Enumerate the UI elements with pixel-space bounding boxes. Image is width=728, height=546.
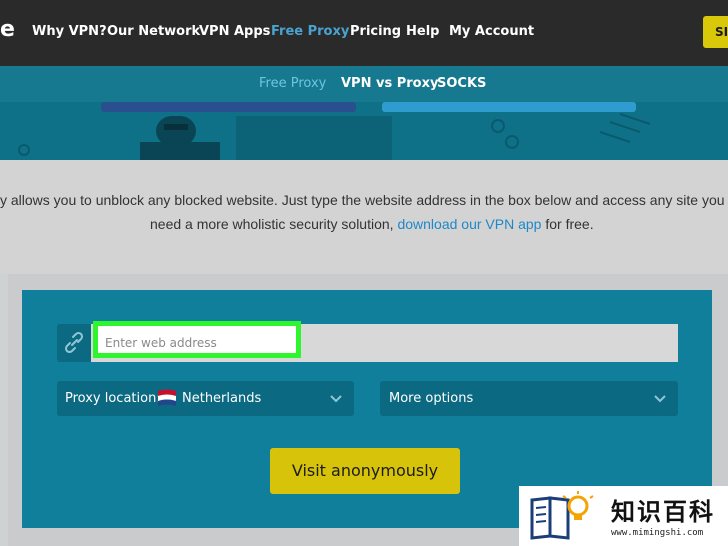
top-navbar: e Why VPN? Our Network VPN Apps Free Pro… [0,0,728,66]
intro-line-2-suffix: for free. [541,216,594,232]
book-lightbulb-logo [530,491,594,540]
nav-my-account[interactable]: My Account [449,24,534,39]
subnav-vpn-vs-proxy[interactable]: VPN vs Proxy [341,76,438,91]
intro-line-2: need a more wholistic security solution,… [150,216,594,232]
netherlands-flag-icon [158,389,176,406]
logo[interactable]: e [0,17,15,42]
watermark-url: www.mimingshi.com [611,528,704,538]
subnav-free-proxy[interactable]: Free Proxy [259,76,326,91]
chevron-down-icon [330,395,342,403]
nav-help[interactable]: Help [406,24,439,39]
link-tile [57,324,91,362]
subnav-socks[interactable]: SOCKS [437,76,486,91]
link-icon [64,331,84,354]
nav-pricing[interactable]: Pricing [350,24,401,39]
nav-free-proxy[interactable]: Free Proxy [271,24,349,39]
proxy-location-value: Netherlands [182,391,262,406]
intro-section: y allows you to unblock any blocked webs… [0,160,728,274]
nav-vpn-apps[interactable]: VPN Apps [199,24,270,39]
watermark-title: 知识百科 [611,498,715,526]
visit-anonymously-button[interactable]: Visit anonymously [270,448,460,494]
sub-navbar: Free Proxy VPN vs Proxy SOCKS [0,66,728,102]
nav-why-vpn[interactable]: Why VPN? [32,24,107,39]
nav-our-network[interactable]: Our Network [107,24,200,39]
signup-button[interactable]: SI [703,16,728,48]
intro-line-1: y allows you to unblock any blocked webs… [0,192,728,208]
more-options-label: More options [389,391,474,406]
url-placeholder: Enter web address [105,336,217,350]
hero-graphic [18,102,651,160]
intro-line-2-prefix: need a more wholistic security solution, [150,216,398,232]
proxy-location-label: Proxy location: [65,391,161,406]
hero-illustration [0,102,728,160]
chevron-down-icon [654,395,666,403]
download-vpn-link[interactable]: download our VPN app [397,216,541,232]
